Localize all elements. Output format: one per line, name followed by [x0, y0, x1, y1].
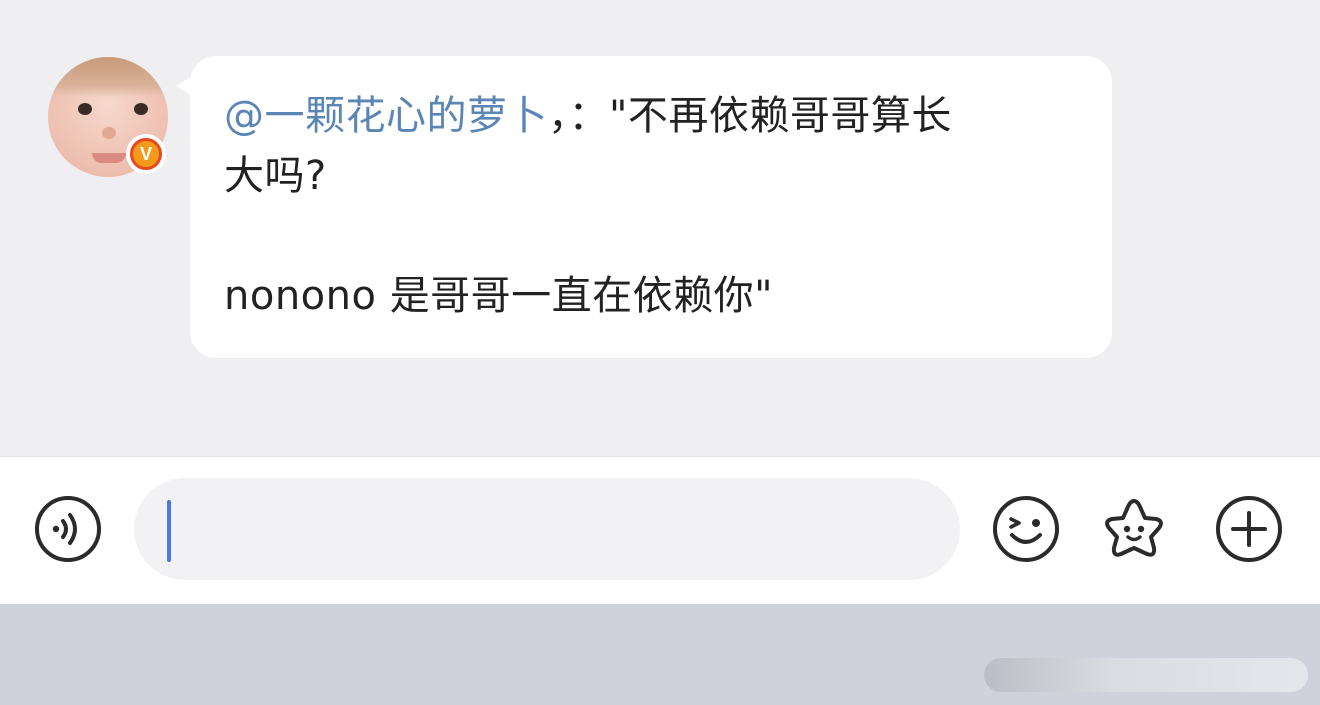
verified-badge-icon: V: [130, 138, 162, 170]
avatar-eye-right: [134, 103, 148, 115]
avatar-eye-left: [78, 103, 92, 115]
avatar-mouth: [92, 153, 126, 163]
text-caret: [167, 500, 171, 562]
verified-badge: V: [126, 134, 166, 174]
message-line-1: @一颗花心的萝卜，："不再依赖哥哥算长: [224, 86, 1080, 146]
emoji-icon: [993, 496, 1059, 562]
message-input[interactable]: [134, 478, 960, 580]
message-line-2: 大吗?: [224, 153, 327, 199]
chat-area: V @一颗花心的萝卜，："不再依赖哥哥算长 大吗? nonono 是哥哥一直在依…: [0, 0, 1320, 456]
sticker-button[interactable]: [1100, 495, 1168, 563]
message-bubble[interactable]: @一颗花心的萝卜，："不再依赖哥哥算长 大吗? nonono 是哥哥一直在依赖你…: [190, 56, 1112, 358]
voice-icon: [35, 496, 101, 562]
avatar-nose: [102, 127, 116, 139]
sticker-icon: [1105, 499, 1163, 557]
message-text-1: ，："不再依赖哥哥算长: [548, 93, 952, 139]
mention-link[interactable]: @一颗花心的萝卜: [224, 93, 548, 139]
plus-icon: [1216, 496, 1282, 562]
message-line-3: nonono 是哥哥一直在依赖你": [224, 273, 774, 319]
home-indicator[interactable]: [984, 658, 1308, 692]
emoji-button[interactable]: [992, 495, 1060, 563]
voice-button[interactable]: [34, 495, 102, 563]
avatar-hair: [48, 57, 168, 97]
more-button[interactable]: [1215, 495, 1283, 563]
